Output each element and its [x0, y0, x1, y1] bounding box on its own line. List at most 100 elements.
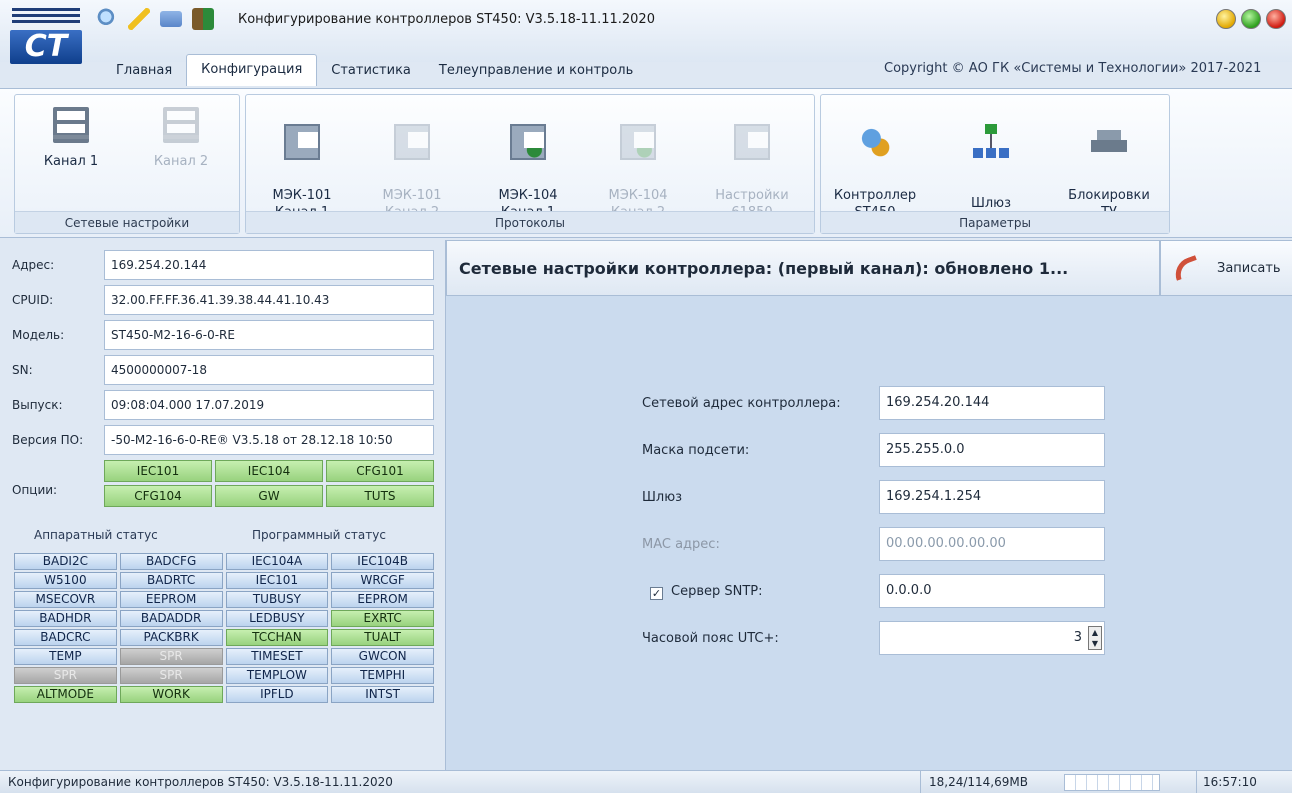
group-protocols: МЭК-101 Канал 1 МЭК-101 Канал 2 МЭК-104 …	[245, 94, 815, 234]
save-label: Записать	[1217, 261, 1281, 276]
clock: 16:57:10	[1196, 771, 1286, 793]
status-flag: BADADDR	[119, 610, 223, 627]
app-menu-button[interactable]: CT	[10, 4, 82, 66]
copyright-text: Copyright © АО ГК «Системы и Технологии»…	[884, 61, 1262, 76]
panel-title: Сетевые настройки контроллера: (первый к…	[446, 240, 1160, 296]
tab-configuration[interactable]: Конфигурация	[186, 54, 318, 86]
sn-value: 4500000007-18	[104, 355, 434, 385]
option-badge: TUTS	[326, 485, 434, 507]
group-label: Сетевые настройки	[15, 211, 239, 233]
status-text: Конфигурирование контроллеров ST450: V3.…	[8, 775, 393, 789]
document-icon	[510, 124, 546, 160]
mask-input[interactable]: 255.255.0.0	[879, 433, 1105, 467]
status-flag: BADCFG	[119, 553, 223, 570]
group-network-settings: Канал 1 Канал 2 Сетевые настройки	[14, 94, 240, 234]
window-controls	[1216, 9, 1286, 29]
option-badge: CFG104	[104, 485, 212, 507]
ip-input[interactable]: 169.254.20.144	[879, 386, 1105, 420]
channel2-network-button[interactable]: Канал 2	[131, 99, 231, 209]
iec101-channel2-button[interactable]: МЭК-101 Канал 2	[360, 99, 464, 220]
option-badge: GW	[215, 485, 323, 507]
button-label: Шлюз	[970, 196, 1012, 211]
model-row: Модель: ST450-M2-16-6-0-RE	[0, 319, 434, 351]
status-flag: BADRTC	[119, 572, 223, 589]
tab-statistics[interactable]: Статистика	[317, 56, 425, 86]
gateway-input[interactable]: 169.254.1.254	[879, 480, 1105, 514]
undo-arrow-icon	[1170, 255, 1202, 281]
hardware-status-heading: Аппаратный статус	[34, 528, 158, 542]
save-button[interactable]: Записать	[1160, 240, 1292, 296]
tab-main[interactable]: Главная	[102, 56, 186, 86]
firmware-value: -50-M2-16-6-0-RE® V3.5.18 от 28.12.18 10…	[104, 425, 434, 455]
status-flag: TEMP	[14, 648, 117, 665]
controller-st450-button[interactable]: Контроллер ST450	[823, 99, 927, 220]
options-grid: IEC101 IEC104 CFG101 CFG104 GW TUTS	[104, 460, 434, 507]
iec101-channel1-button[interactable]: МЭК-101 Канал 1	[250, 99, 354, 220]
status-flag: PACKBRK	[119, 629, 223, 646]
status-flag: IPFLD	[225, 686, 329, 703]
status-flag: EEPROM	[331, 591, 434, 608]
firmware-row: Версия ПО: -50-M2-16-6-0-RE® V3.5.18 от …	[0, 424, 434, 456]
sntp-checkbox[interactable]: ✓	[650, 587, 663, 600]
tab-telecontrol[interactable]: Телеуправление и контроль	[425, 56, 647, 86]
minimize-button[interactable]	[1216, 9, 1236, 29]
network-icon	[53, 107, 89, 143]
search-icon[interactable]	[96, 8, 118, 30]
exit-icon[interactable]	[192, 8, 214, 30]
sn-label: SN:	[12, 363, 33, 377]
spin-up-icon[interactable]: ▲	[1089, 627, 1101, 638]
option-badge: CFG101	[326, 460, 434, 482]
window-title: Конфигурирование контроллеров ST450: V3.…	[238, 12, 655, 27]
button-label: Канал 1	[43, 154, 99, 169]
document-icon	[734, 124, 770, 160]
app-logo: CT	[10, 30, 82, 64]
group-parameters: Контроллер ST450 Шлюз Блокировки ТУ Пара…	[820, 94, 1170, 234]
address-label: Адрес:	[12, 258, 55, 272]
status-flag: EEPROM	[119, 591, 223, 608]
gateway-button[interactable]: Шлюз	[939, 99, 1043, 211]
ribbon: Канал 1 Канал 2 Сетевые настройки МЭК-10…	[0, 88, 1292, 238]
sntp-checkbox-row[interactable]: ✓ Сервер SNTP:	[650, 584, 763, 600]
tu-locks-button[interactable]: Блокировки ТУ	[1057, 99, 1161, 220]
option-badge: IEC104	[215, 460, 323, 482]
gateway-label: Шлюз	[642, 490, 683, 505]
document-icon	[620, 124, 656, 160]
channel1-network-button[interactable]: Канал 1	[21, 99, 121, 209]
spin-down-icon[interactable]: ▼	[1089, 638, 1101, 649]
status-flag: TIMESET	[225, 648, 329, 665]
gear-icon	[857, 124, 893, 160]
status-flag: IEC104B	[331, 553, 434, 570]
settings-61850-button[interactable]: Настройки 61850	[700, 99, 804, 220]
release-value: 09:08:04.000 17.07.2019	[104, 390, 434, 420]
firmware-label: Версия ПО:	[12, 433, 84, 447]
ip-label: Сетевой адрес контроллера:	[642, 396, 841, 411]
address-row: Адрес: 169.254.20.144	[0, 249, 434, 281]
status-flag: LEDBUSY	[225, 610, 329, 627]
status-bar: Конфигурирование контроллеров ST450: V3.…	[0, 770, 1292, 793]
ribbon-tabs: Главная Конфигурация Статистика Телеупра…	[102, 54, 647, 86]
network-icon	[163, 107, 199, 143]
status-flag: IEC101	[225, 572, 329, 589]
iec104-channel2-button[interactable]: МЭК-104 Канал 2	[586, 99, 690, 220]
status-flag: TEMPLOW	[225, 667, 329, 684]
sntp-label: Сервер SNTP:	[671, 584, 763, 599]
sntp-input[interactable]: 0.0.0.0	[879, 574, 1105, 608]
status-flag: TEMPHI	[331, 667, 434, 684]
iec104-channel1-button[interactable]: МЭК-104 Канал 1	[476, 99, 580, 220]
status-flag: EXRTC	[331, 610, 434, 627]
status-flag: SPR	[119, 667, 223, 684]
button-label: Канал 2	[153, 154, 209, 169]
activity-bar	[1064, 774, 1160, 791]
status-flag: WRCGF	[331, 572, 434, 589]
status-flag: WORK	[119, 686, 223, 703]
group-label: Протоколы	[246, 211, 814, 233]
lightning-icon[interactable]	[128, 8, 150, 30]
timezone-input[interactable]: 3 ▲ ▼	[879, 621, 1105, 655]
document-icon	[394, 124, 430, 160]
spin-control[interactable]: ▲ ▼	[1088, 626, 1102, 650]
document-icon	[284, 124, 320, 160]
close-button[interactable]	[1266, 9, 1286, 29]
cpuid-value: 32.00.FF.FF.36.41.39.38.44.41.10.43	[104, 285, 434, 315]
maximize-button[interactable]	[1241, 9, 1261, 29]
monitor-icon[interactable]	[160, 11, 182, 27]
